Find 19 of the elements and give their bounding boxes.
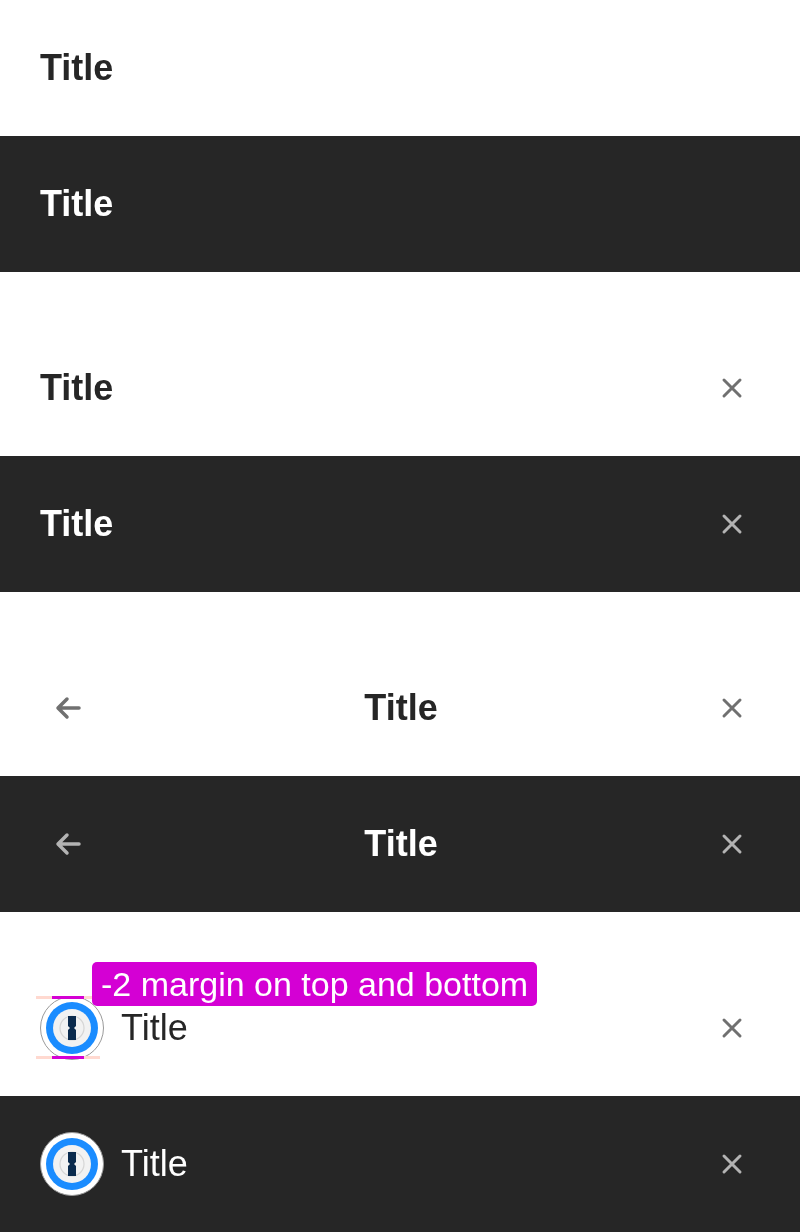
header-title: Title bbox=[40, 370, 114, 406]
header-title: Title bbox=[40, 50, 114, 86]
back-arrow-icon[interactable] bbox=[55, 696, 81, 720]
close-icon[interactable] bbox=[721, 1153, 743, 1175]
close-icon[interactable] bbox=[721, 833, 743, 855]
header-title: Title bbox=[40, 506, 114, 542]
close-icon[interactable] bbox=[721, 377, 743, 399]
close-icon[interactable] bbox=[721, 1017, 743, 1039]
header-title: Title bbox=[40, 186, 114, 222]
keyhole-logo-icon bbox=[40, 1132, 104, 1196]
header-title: Title bbox=[364, 690, 438, 726]
back-arrow-icon[interactable] bbox=[55, 832, 81, 856]
close-icon[interactable] bbox=[721, 697, 743, 719]
close-icon[interactable] bbox=[721, 513, 743, 535]
header-title: Title bbox=[121, 1146, 188, 1182]
margin-marker bbox=[36, 1056, 100, 1059]
header-title: Title bbox=[364, 826, 438, 862]
annotation-label: -2 margin on top and bottom bbox=[92, 962, 538, 1006]
header-title: Title bbox=[121, 1010, 188, 1046]
